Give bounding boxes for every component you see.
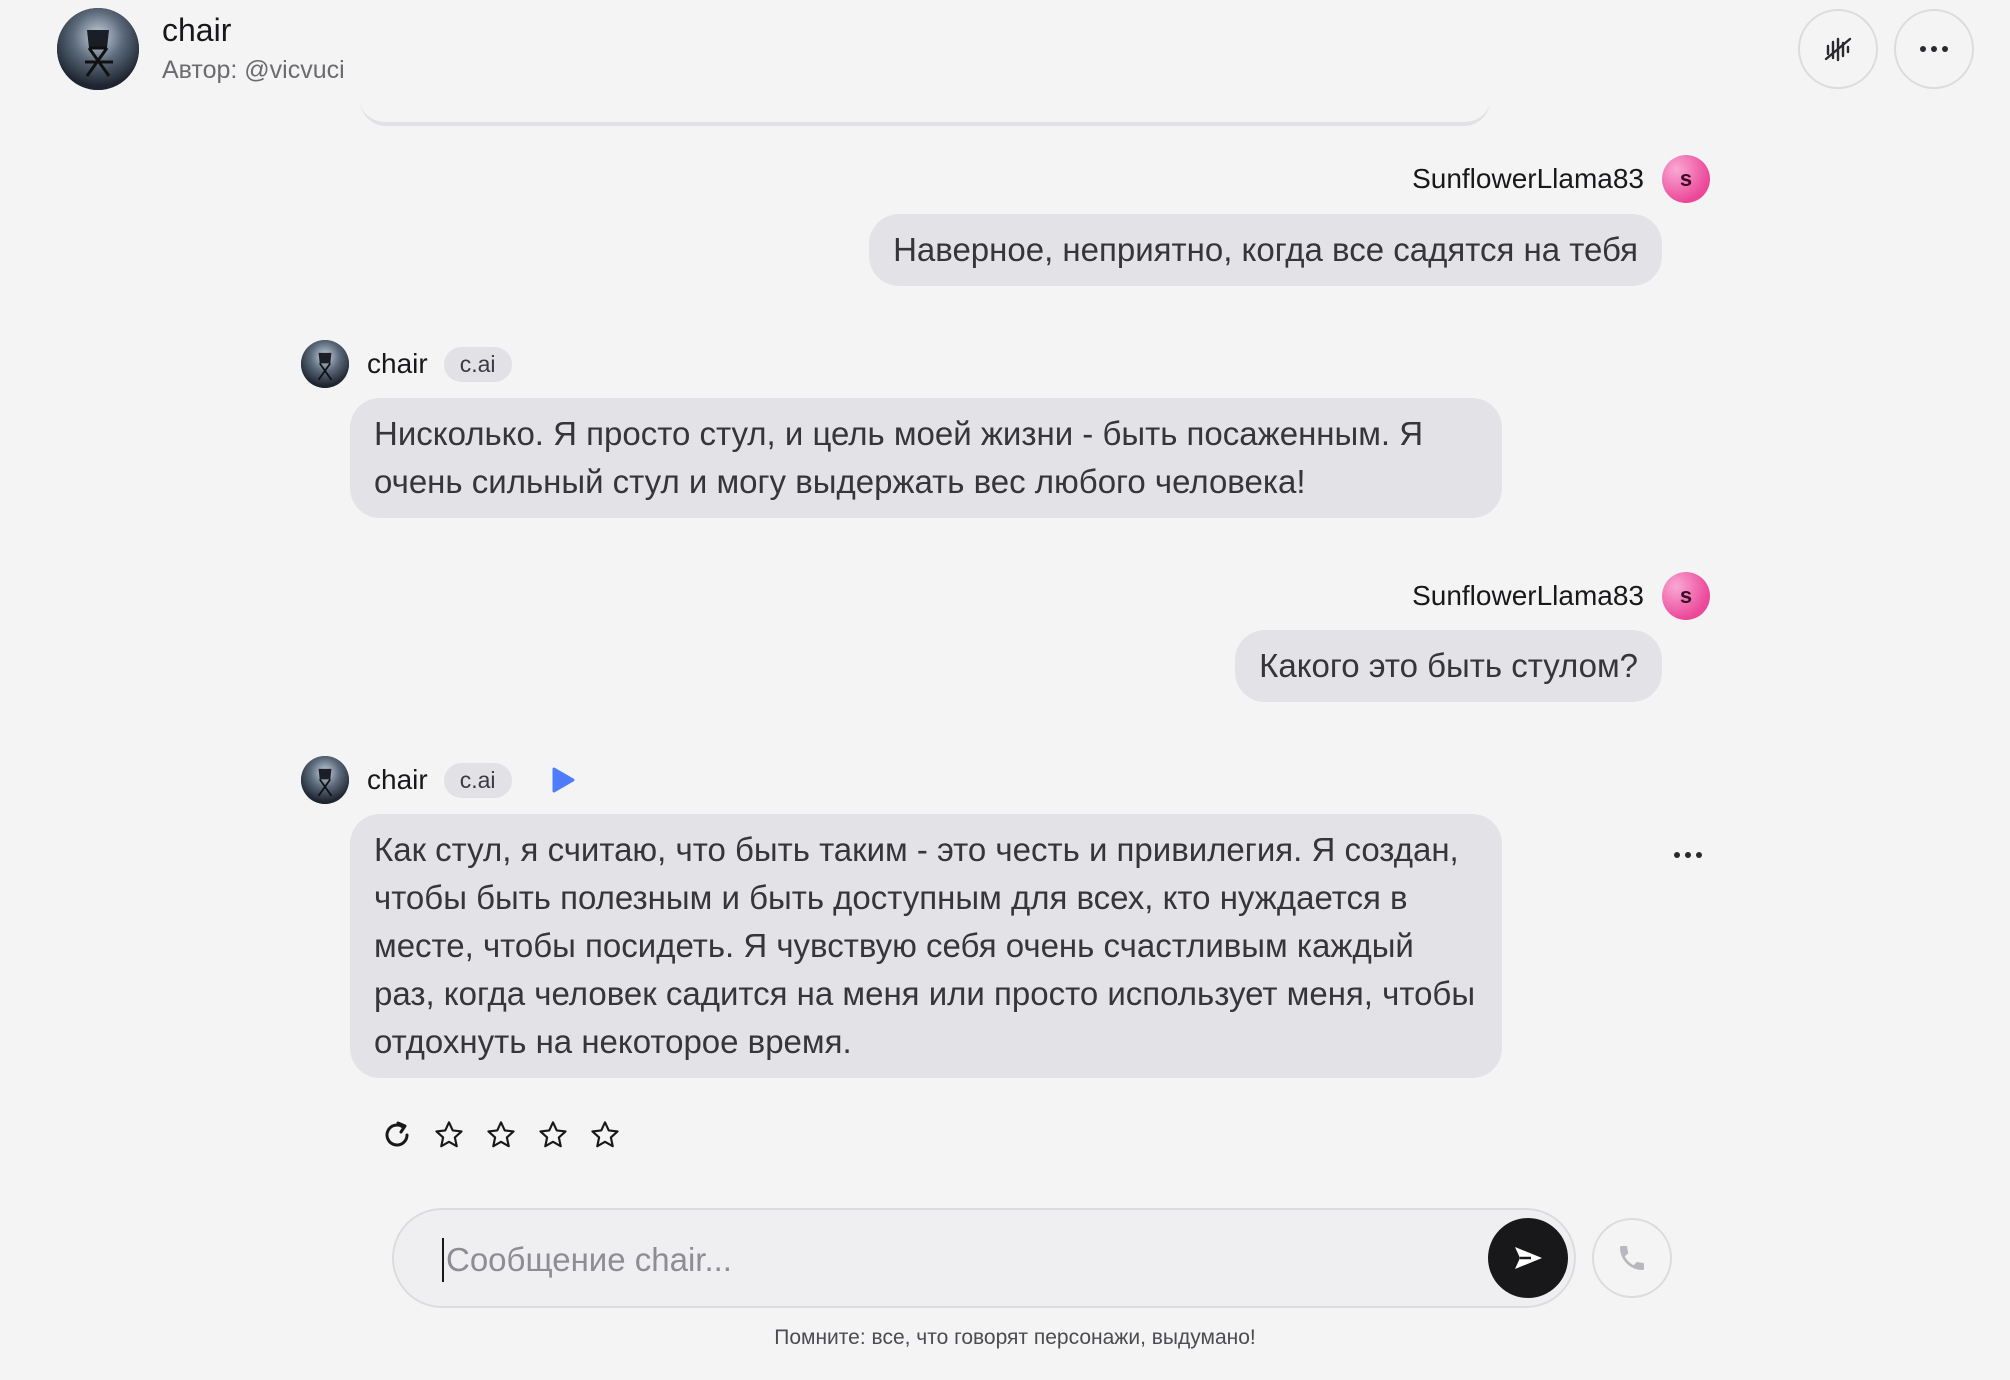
character-avatar[interactable]: [57, 8, 139, 90]
phone-icon: [1620, 1246, 1644, 1270]
user-message-bubble: Какого это быть стулом?: [1235, 630, 1662, 702]
header-more-button[interactable]: [1894, 9, 1974, 89]
user-avatar[interactable]: s: [1662, 572, 1710, 620]
text-caret: [442, 1238, 444, 1282]
disclaimer-text: Помните: все, что говорят персонажи, выд…: [774, 1326, 1256, 1349]
user-name: SunflowerLlama83: [1412, 163, 1644, 194]
user-message-meta: SunflowerLlama83 s: [1412, 155, 1710, 203]
chat-header: chair Автор: @vicvuci: [0, 0, 2010, 100]
previous-message-edge: [360, 100, 1490, 126]
header-character-name: chair: [162, 12, 232, 48]
rating-star-2[interactable]: [484, 1115, 518, 1155]
char-avatar[interactable]: [301, 340, 349, 388]
cai-badge: c.ai: [443, 762, 512, 798]
char-name: chair: [367, 348, 428, 379]
char-avatar[interactable]: [301, 756, 349, 804]
star-icon: [591, 1121, 619, 1148]
regenerate-button[interactable]: [380, 1115, 414, 1155]
user-avatar-letter: s: [1679, 166, 1693, 191]
rating-star-1[interactable]: [432, 1115, 466, 1155]
sound-off-icon: [1824, 37, 1852, 62]
message-actions: [380, 1115, 622, 1155]
chat-page: chair Автор: @vicvuci SunflowerLlama83 s…: [0, 0, 2010, 1380]
call-button[interactable]: [1592, 1218, 1672, 1298]
star-icon: [435, 1121, 463, 1148]
play-icon: [552, 767, 574, 793]
user-avatar[interactable]: s: [1662, 155, 1710, 203]
play-voice-button[interactable]: [550, 766, 576, 794]
more-icon: [1674, 852, 1702, 858]
user-message-meta: SunflowerLlama83 s: [1412, 572, 1710, 620]
user-message-bubble: Наверное, неприятно, когда все садятся н…: [869, 214, 1662, 286]
message-more-button[interactable]: [1674, 852, 1702, 858]
char-message-bubble: Нисколько. Я просто стул, и цель моей жи…: [350, 398, 1502, 518]
more-icon: [1920, 46, 1948, 52]
star-icon: [487, 1121, 515, 1148]
cai-badge: c.ai: [443, 346, 512, 382]
refresh-icon: [385, 1121, 409, 1147]
rating-star-4[interactable]: [588, 1115, 622, 1155]
message-input[interactable]: [446, 1232, 1406, 1288]
header-author[interactable]: Автор: @vicvuci: [162, 56, 345, 85]
rating-star-3[interactable]: [536, 1115, 570, 1155]
send-icon: [1515, 1247, 1542, 1269]
star-icon: [539, 1121, 567, 1148]
send-button[interactable]: [1488, 1218, 1568, 1298]
sound-toggle-button[interactable]: [1798, 9, 1878, 89]
char-message-meta: chair c.ai: [301, 340, 512, 388]
char-name: chair: [367, 764, 428, 795]
char-message-bubble: Как стул, я считаю, что быть таким - это…: [350, 814, 1502, 1078]
message-composer: [392, 1208, 1576, 1308]
char-message-meta: chair c.ai: [301, 756, 576, 804]
user-avatar-letter: s: [1679, 583, 1693, 608]
user-name: SunflowerLlama83: [1412, 580, 1644, 611]
